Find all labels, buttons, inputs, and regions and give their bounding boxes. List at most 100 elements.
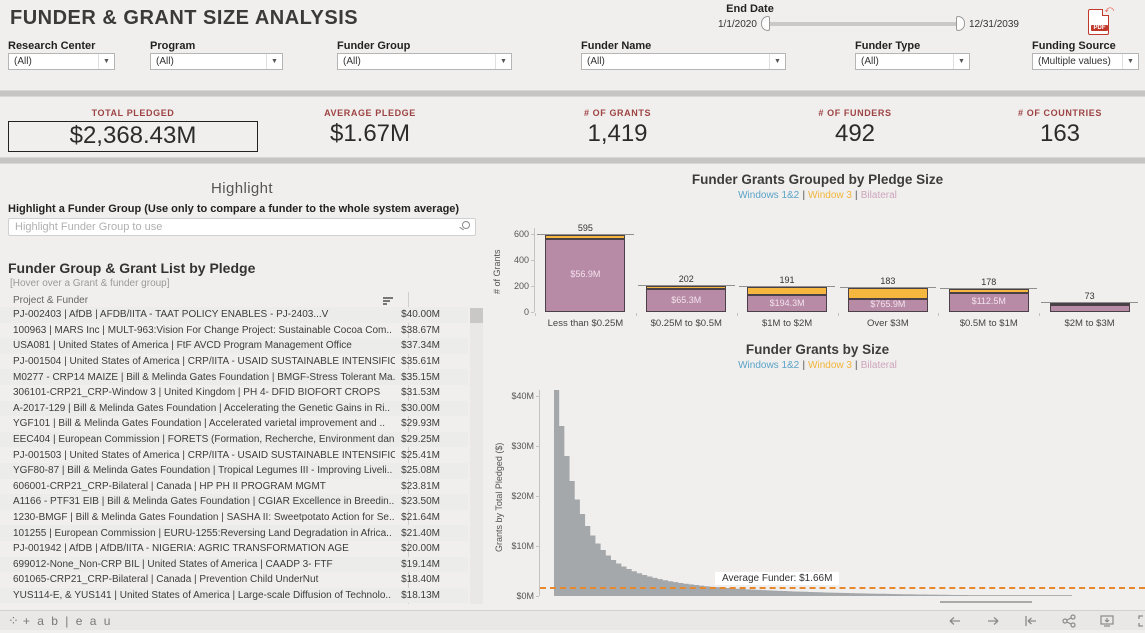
undo-icon[interactable] [947, 614, 963, 628]
bar-window3-1[interactable] [646, 286, 726, 289]
legend-item-bilateral[interactable]: Bilateral [861, 190, 897, 201]
row-project: M0277 - CRP14 MAIZE | Bill & Melinda Gat… [0, 372, 395, 383]
table-scrollbar[interactable] [470, 308, 483, 604]
kpi-label-2: # OF GRANTS [500, 108, 735, 118]
filter-dropdown-4[interactable]: (All)▼ [855, 53, 970, 70]
row-project: PJ-001504 | United States of America | C… [0, 356, 395, 367]
table-row[interactable]: 601065-CRP21_CRP-Bilateral | Canada | Pr… [0, 572, 468, 588]
redo-icon[interactable] [985, 614, 1001, 628]
table-row[interactable]: YGF101 | Bill & Melinda Gates Foundation… [0, 416, 468, 432]
bar-total-label-0: 595 [535, 223, 636, 233]
row-amount: $18.40M [395, 574, 450, 585]
legend-item-window-3[interactable]: Window 3 [808, 360, 852, 371]
table-row[interactable]: 606001-CRP21_CRP-Bilateral | Canada | HP… [0, 479, 468, 495]
row-project: 606001-CRP21_CRP-Bilateral | Canada | HP… [0, 481, 395, 492]
filter-value-1: (All) [151, 56, 174, 67]
chart2-tick-1: $10M [500, 541, 534, 551]
kpi-value-3: 492 [740, 120, 970, 148]
legend-item-windows-1-2[interactable]: Windows 1&2 [738, 190, 799, 201]
highlight-instruction: Highlight a Funder Group (Use only to co… [8, 203, 459, 215]
table-row[interactable]: M0277 - CRP14 MAIZE | Bill & Melinda Gat… [0, 369, 468, 385]
tableau-logo[interactable]: ⁘ + a b | e a u [8, 613, 112, 629]
row-project: EEC404 | European Commission | FORETS (F… [0, 434, 395, 445]
revert-icon[interactable] [1023, 614, 1039, 628]
bar-window3-0[interactable] [545, 235, 625, 239]
filter-dropdown-0[interactable]: (All) ▼ [8, 53, 115, 70]
table-row[interactable]: EEC404 | European Commission | FORETS (F… [0, 432, 468, 448]
sort-descending-icon[interactable] [383, 297, 393, 306]
filter-dropdown-3[interactable]: (All)▼ [581, 53, 786, 70]
kpi-label-1: AVERAGE PLEDGE [255, 108, 485, 118]
bar-window3-4[interactable] [949, 289, 1029, 293]
table-row[interactable]: PJ-002403 | AfDB | AFDB/IITA - TAAT POLI… [0, 307, 468, 323]
chart1-title: Funder Grants Grouped by Pledge Size [490, 172, 1145, 187]
bar-value-label-3: $765.9M [848, 299, 928, 309]
bar-window3-3[interactable] [848, 288, 928, 299]
chevron-down-icon: ▼ [98, 54, 114, 69]
filter-label-1: Program [150, 40, 195, 52]
row-amount: $25.41M [395, 450, 450, 461]
row-project: A-2017-129 | Bill & Melinda Gates Founda… [0, 403, 395, 414]
bar-window3-5[interactable] [1050, 303, 1130, 305]
total-cap-line-5 [1041, 302, 1138, 303]
bar-total-label-5: 73 [1039, 291, 1140, 301]
legend-item-windows-1-2[interactable]: Windows 1&2 [738, 360, 799, 371]
chart1-tick-200: 200 [495, 281, 529, 291]
table-row[interactable]: 100963 | MARS Inc | MULT-963:Vision For … [0, 323, 468, 339]
table-row[interactable]: 101255 | European Commission | EURU-1255… [0, 525, 468, 541]
end-date-slider[interactable]: 1/1/2020 12/31/2039 [718, 16, 1038, 32]
row-amount: $37.34M [395, 340, 450, 351]
total-cap-line-2 [739, 286, 836, 287]
table-row[interactable]: 306101-CRP21_CRP-Window 3 | United Kingd… [0, 385, 468, 401]
total-cap-line-0 [537, 234, 634, 235]
end-date-start-value: 1/1/2020 [718, 19, 757, 30]
table-row[interactable]: 1230-BMGF | Bill & Melinda Gates Foundat… [0, 510, 468, 526]
table-row[interactable]: PJ-001504 | United States of America | C… [0, 354, 468, 370]
table-row[interactable]: A1166 - PTF31 EIB | Bill & Melinda Gates… [0, 494, 468, 510]
filter-dropdown-2[interactable]: (All)▼ [337, 53, 512, 70]
highlight-search-input[interactable] [8, 218, 476, 236]
table-row[interactable]: YGF80-87 | Bill & Melinda Gates Foundati… [0, 463, 468, 479]
legend-item-bilateral[interactable]: Bilateral [861, 360, 897, 371]
separator-bar-bottom [0, 157, 1145, 164]
row-project: 699012-None_Non-CRP BIL | United States … [0, 559, 395, 570]
table-scrollbar-thumb[interactable] [470, 308, 483, 323]
grant-list-subtitle: [Hover over a Grant & funder group] [10, 278, 170, 289]
pdf-export-icon[interactable]: PDF ⤺ [1086, 6, 1112, 37]
table-row[interactable]: PJ-001503 | United States of America | C… [0, 447, 468, 463]
chart2-horizontal-scrollbar[interactable] [940, 601, 1032, 603]
bar-window3-2[interactable] [747, 287, 827, 295]
footer-toolbar: ⁘ + a b | e a u [0, 610, 1145, 630]
filter-dropdown-1[interactable]: (All) ▼ [150, 53, 283, 70]
table-row[interactable]: USA081 | United States of America | FtF … [0, 338, 468, 354]
chart2-tick-0: $0M [500, 591, 534, 601]
fullscreen-icon[interactable] [1137, 614, 1145, 628]
end-date-end-value: 12/31/2039 [969, 19, 1019, 30]
filter-value-0: (All) [9, 56, 32, 67]
table-row[interactable]: A-2017-129 | Bill & Melinda Gates Founda… [0, 401, 468, 417]
filter-label-2: Funder Group [337, 40, 410, 52]
funder-decay-area[interactable] [540, 390, 1145, 598]
column-header-project-funder: Project & Funder [13, 295, 88, 306]
filter-label-3: Funder Name [581, 40, 651, 52]
download-icon[interactable] [1099, 614, 1115, 628]
table-row[interactable]: 699012-None_Non-CRP BIL | United States … [0, 557, 468, 573]
slider-handle-left[interactable] [761, 16, 770, 31]
end-date-slider-track[interactable] [765, 22, 961, 26]
slider-handle-right[interactable] [956, 16, 965, 31]
table-row[interactable]: YUS114-E, & YUS141 | United States of Am… [0, 588, 468, 604]
row-project: YGF80-87 | Bill & Melinda Gates Foundati… [0, 465, 395, 476]
legend-item-window-3[interactable]: Window 3 [808, 190, 852, 201]
table-row[interactable]: PJ-001942 | AfDB | AfDB/IITA - NIGERIA: … [0, 541, 468, 557]
row-project: 100963 | MARS Inc | MULT-963:Vision For … [0, 325, 395, 336]
highlight-section-title: Highlight [0, 180, 484, 197]
kpi-label-0: TOTAL PLEDGED [8, 108, 258, 118]
bar-bilateral-5[interactable] [1050, 305, 1130, 312]
chevron-down-icon: ▼ [266, 54, 282, 69]
filter-dropdown-5[interactable]: (Multiple values)▼ [1032, 53, 1139, 70]
x-tick-label-5: $2M to $3M [1039, 318, 1140, 329]
row-amount: $21.64M [395, 512, 450, 523]
share-icon[interactable] [1061, 614, 1077, 628]
chart2-tick-2: $20M [500, 491, 534, 501]
kpi-label-4: # OF COUNTRIES [965, 108, 1145, 118]
